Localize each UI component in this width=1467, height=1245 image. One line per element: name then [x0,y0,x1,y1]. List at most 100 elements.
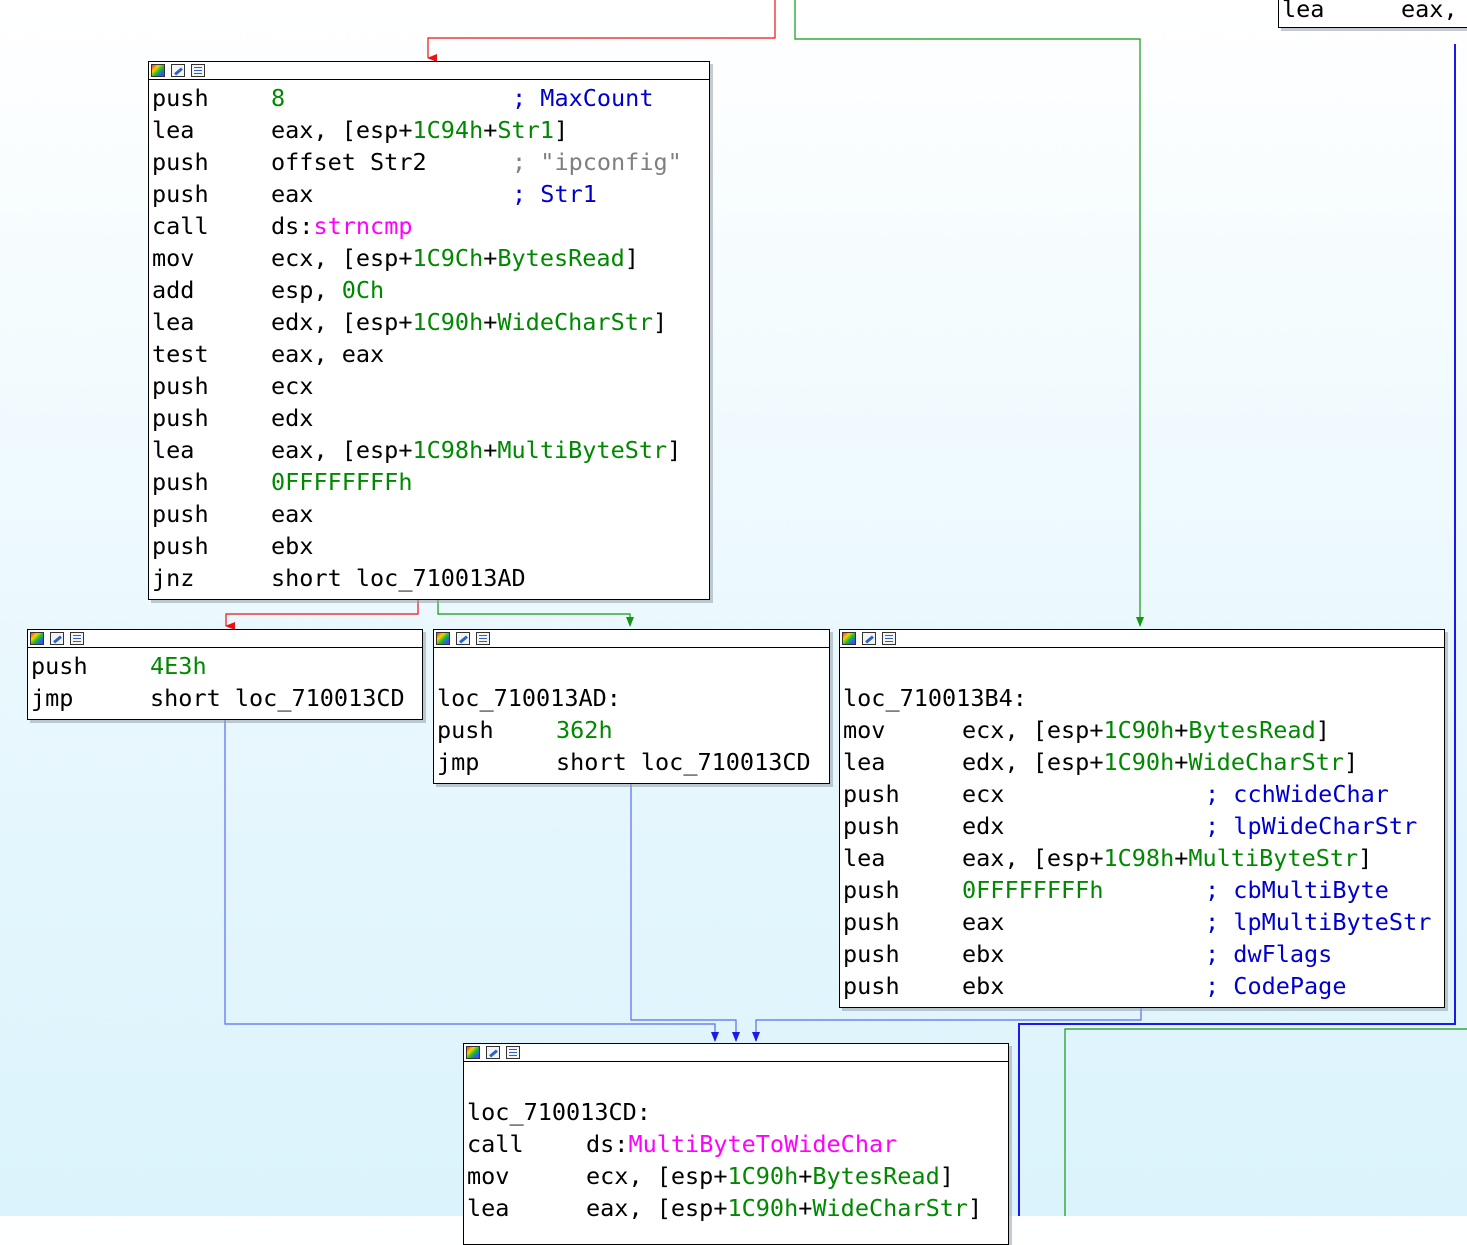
list-icon[interactable] [70,632,84,645]
instruction-line[interactable]: mov ecx, [esp+1C9Ch+BytesRead] [152,242,707,274]
mnemonic: lea [152,308,195,336]
instruction-line[interactable]: push 0FFFFFFFFh ; cbMultiByte [843,874,1442,906]
graph-overview-icon[interactable] [842,632,856,645]
operand: short loc_710013CD [150,684,405,712]
instruction-line[interactable]: push edx [152,402,707,434]
edit-icon[interactable] [456,632,470,645]
instruction-line[interactable]: push eax ; Str1 [152,178,707,210]
instruction-line[interactable]: push eax ; lpMultiByteStr [843,906,1442,938]
edit-icon[interactable] [171,64,185,77]
operand: esp, [271,276,342,304]
instruction-line[interactable]: push 0FFFFFFFFh [152,466,707,498]
block-body: loc_710013CD: call ds:MultiByteToWideChar m… [464,1062,1008,1224]
mnemonic: push [152,404,209,432]
edit-icon[interactable] [50,632,64,645]
operand-token: 1C90h [412,308,484,336]
code-block-loc-710013AD[interactable]: loc_710013AD: push 362h jmp short loc_710013… [433,629,830,784]
operand: + [1174,716,1189,744]
code-block-top-right[interactable]: lea eax, [1278,0,1467,28]
mnemonic: push [152,468,209,496]
mnemonic: push [152,500,209,528]
operand: ] [624,244,639,272]
instruction-line[interactable]: push eax [152,498,707,530]
edge-true-to-middle-block [437,600,634,627]
mnemonic: push [152,372,209,400]
instruction-line[interactable]: jnz short loc_710013AD [152,562,707,594]
instruction-line[interactable]: push offset Str2 ; "ipconfig" [152,146,707,178]
instruction-line[interactable]: push 362h [437,714,827,746]
mnemonic: lea [843,748,886,776]
mnemonic: test [152,340,209,368]
list-icon[interactable] [191,64,205,77]
instruction-line[interactable]: push 8 ; MaxCount [152,82,707,114]
instruction-line[interactable]: test eax, eax [152,338,707,370]
instruction-line[interactable]: push ebx ; CodePage [843,970,1442,1002]
block-body: push 4E3h jmp short loc_710013CD [28,648,422,714]
graph-overview-icon[interactable] [436,632,450,645]
edit-icon[interactable] [486,1046,500,1059]
operand-token: 1C90h [727,1162,799,1190]
mnemonic: jmp [437,748,480,776]
instruction-line[interactable]: push ebx ; dwFlags [843,938,1442,970]
label-text: loc_710013CD: [467,1098,651,1126]
block-header [28,630,422,648]
instruction-line[interactable]: push ecx ; cchWideChar [843,778,1442,810]
instruction-line[interactable]: call ds:MultiByteToWideChar [467,1128,1006,1160]
comment: ; "ipconfig" [512,148,682,176]
instruction-line[interactable]: push ecx [152,370,707,402]
operand: eax, [esp+ [962,844,1104,872]
graph-overview-icon[interactable] [30,632,44,645]
instruction-line[interactable]: jmp short loc_710013CD [31,682,420,714]
operand: ecx, [esp+ [271,244,413,272]
mnemonic: mov [152,244,195,272]
list-icon[interactable] [506,1046,520,1059]
code-label[interactable]: loc_710013AD: [437,682,827,714]
graph-overview-icon[interactable] [466,1046,480,1059]
instruction-line[interactable]: lea eax, [esp+1C94h+Str1] [152,114,707,146]
operand: ebx [271,532,314,560]
list-icon[interactable] [476,632,490,645]
code-label[interactable]: loc_710013CD: [467,1096,1006,1128]
blank-line[interactable] [467,1064,1006,1096]
instruction-line[interactable]: mov ecx, [esp+1C90h+BytesRead] [467,1160,1006,1192]
code-block-loc-710013B4[interactable]: loc_710013B4: mov ecx, [esp+1C90h+BytesRea… [839,629,1445,1008]
instruction-line[interactable]: lea eax, [esp+1C98h+MultiByteStr] [152,434,707,466]
operand-token: 1C98h [1103,844,1175,872]
mnemonic: push [843,908,900,936]
operand: ] [553,116,569,144]
operand-token: MultiByteToWideChar [628,1130,898,1158]
edit-icon[interactable] [862,632,876,645]
instruction-line[interactable]: lea eax, [esp+1C98h+MultiByteStr] [843,842,1442,874]
blank-line[interactable] [437,650,827,682]
instruction-line[interactable]: call ds:strncmp [152,210,707,242]
code-label[interactable]: loc_710013B4: [843,682,1442,714]
operand: ] [653,308,668,336]
instruction-line[interactable]: lea edx, [esp+1C90h+WideCharStr] [152,306,707,338]
mnemonic: mov [843,716,886,744]
mnemonic: jnz [152,564,195,592]
operand: eax, eax [271,340,385,368]
mnemonic: push [843,972,900,1000]
instruction-line[interactable]: push ebx [152,530,707,562]
operand: ecx, [esp+ [962,716,1104,744]
code-block-main[interactable]: push 8; MaxCount lea eax, [esp+1C94h+Str1] p… [148,61,710,600]
blank-line[interactable] [843,650,1442,682]
operand-token: MultiByteStr [497,436,668,464]
instruction-line[interactable]: push 4E3h [31,650,420,682]
instruction-line[interactable]: lea edx, [esp+1C90h+WideCharStr] [843,746,1442,778]
instruction-line[interactable]: jmp short loc_710013CD [437,746,827,778]
instruction-line[interactable]: add esp, 0Ch [152,274,707,306]
operand: short loc_710013CD [556,748,811,776]
comment: ; dwFlags [1205,940,1333,968]
instruction-line[interactable]: lea eax, [esp+1C90h+WideCharStr] [467,1192,1006,1224]
code-block-loc-710013CD[interactable]: loc_710013CD: call ds:MultiByteToWideChar m… [463,1043,1009,1245]
operand: + [483,244,498,272]
instruction-line[interactable]: lea eax, [1282,0,1467,25]
code-block-left[interactable]: push 4E3h jmp short loc_710013CD [27,629,423,720]
list-icon[interactable] [882,632,896,645]
operand: ds: [271,212,314,240]
instruction-line[interactable]: push edx ; lpWideCharStr [843,810,1442,842]
label-text: loc_710013B4: [843,684,1027,712]
graph-overview-icon[interactable] [151,64,165,77]
instruction-line[interactable]: mov ecx, [esp+1C90h+BytesRead] [843,714,1442,746]
